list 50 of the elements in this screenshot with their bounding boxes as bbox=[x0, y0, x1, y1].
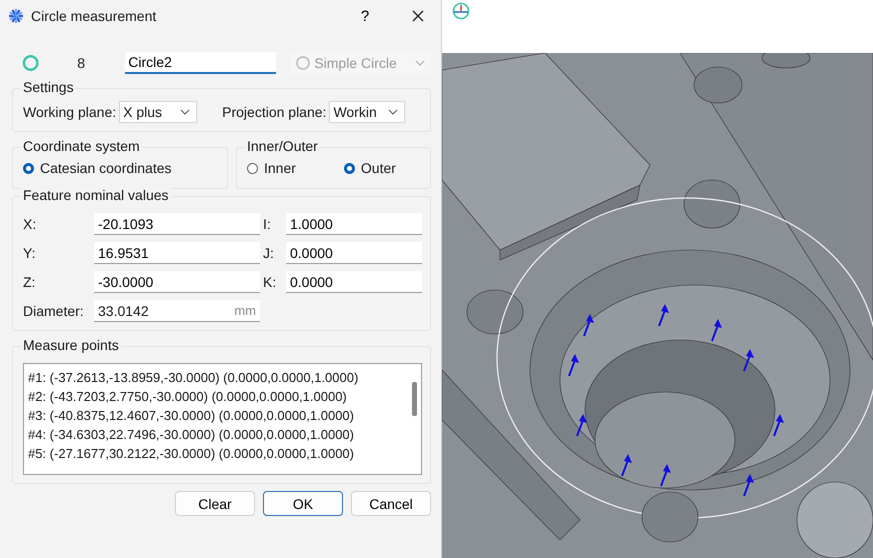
radio-icon bbox=[296, 56, 310, 70]
coordinate-field[interactable]: -20.1093 bbox=[94, 213, 260, 235]
coordinate-field[interactable]: -30.0000 bbox=[94, 271, 260, 293]
field-label: K: bbox=[263, 274, 278, 290]
measure-points-list[interactable] bbox=[23, 363, 422, 475]
field-label: Working plane: bbox=[23, 104, 116, 120]
list-item[interactable]: #5: (-27.1677,30.2122,-30.0000) (0.0000,0.0000,1.0000) bbox=[28, 444, 407, 463]
window-title: Circle measurement bbox=[31, 8, 158, 24]
radio-option[interactable]: Inner bbox=[247, 160, 296, 176]
list-item[interactable]: #3: (-40.8375,12.4607,-30.0000) (0.0000,0.0000,1.0000) bbox=[28, 406, 407, 425]
diameter-field[interactable]: 33.0142 mm bbox=[94, 300, 260, 322]
feature-number: 8 bbox=[77, 55, 86, 71]
projection-plane-dropdown[interactable]: Workin bbox=[329, 101, 406, 123]
radio-option[interactable]: Outer bbox=[344, 160, 396, 176]
group-title: Feature nominal values bbox=[21, 187, 171, 203]
direction-field[interactable]: 0.0000 bbox=[286, 242, 422, 264]
dialog-button[interactable]: Clear bbox=[175, 491, 255, 516]
radio-icon[interactable] bbox=[23, 162, 34, 174]
field-label: J: bbox=[263, 245, 275, 261]
group-title: Measure points bbox=[21, 337, 121, 353]
field-label: I: bbox=[263, 216, 272, 232]
group-title: Settings bbox=[21, 79, 76, 95]
name-field[interactable]: Circle2 bbox=[125, 52, 276, 74]
field-label: Projection plane: bbox=[222, 104, 326, 120]
radio-icon[interactable] bbox=[344, 162, 355, 174]
field-label: Diameter: bbox=[23, 303, 85, 319]
list-item[interactable]: #1: (-37.2613,-13.8959,-30.0000) (0.0000,0.0000,1.0000) bbox=[28, 368, 407, 387]
list-item[interactable]: #4: (-34.6303,22.7496,-30.0000) (0.0000,0.0000,1.0000) bbox=[28, 425, 407, 444]
help-button[interactable]: ? bbox=[342, 0, 388, 32]
group-title: Inner/Outer bbox=[245, 138, 320, 154]
coordinate-field[interactable]: 16.9531 bbox=[94, 242, 260, 264]
field-label: Z: bbox=[23, 274, 36, 290]
direction-field[interactable]: 1.0000 bbox=[286, 213, 422, 235]
caret-icon[interactable] bbox=[180, 109, 190, 115]
circle-icon bbox=[22, 54, 40, 72]
field-label: Y: bbox=[23, 245, 36, 261]
caret-icon[interactable] bbox=[388, 109, 398, 115]
list-item[interactable]: #2: (-43.7203,2.7750,-30.0000) (0.0000,0.0000,1.0000) bbox=[28, 387, 407, 406]
close-icon[interactable] bbox=[412, 10, 424, 22]
radio-option[interactable]: Catesian coordinates bbox=[23, 160, 172, 176]
dialog-button[interactable]: Cancel bbox=[351, 491, 431, 516]
group-title: Coordinate system bbox=[21, 138, 142, 154]
direction-field[interactable]: 0.0000 bbox=[286, 271, 422, 293]
circle-diameter-icon[interactable] bbox=[452, 2, 470, 20]
app-icon bbox=[8, 8, 24, 24]
dialog-button[interactable]: OK bbox=[263, 491, 343, 516]
working-plane-dropdown[interactable]: X plus bbox=[119, 101, 198, 123]
radio-icon[interactable] bbox=[247, 162, 258, 174]
field-label: X: bbox=[23, 216, 38, 232]
scrollbar-thumb[interactable] bbox=[412, 382, 416, 416]
